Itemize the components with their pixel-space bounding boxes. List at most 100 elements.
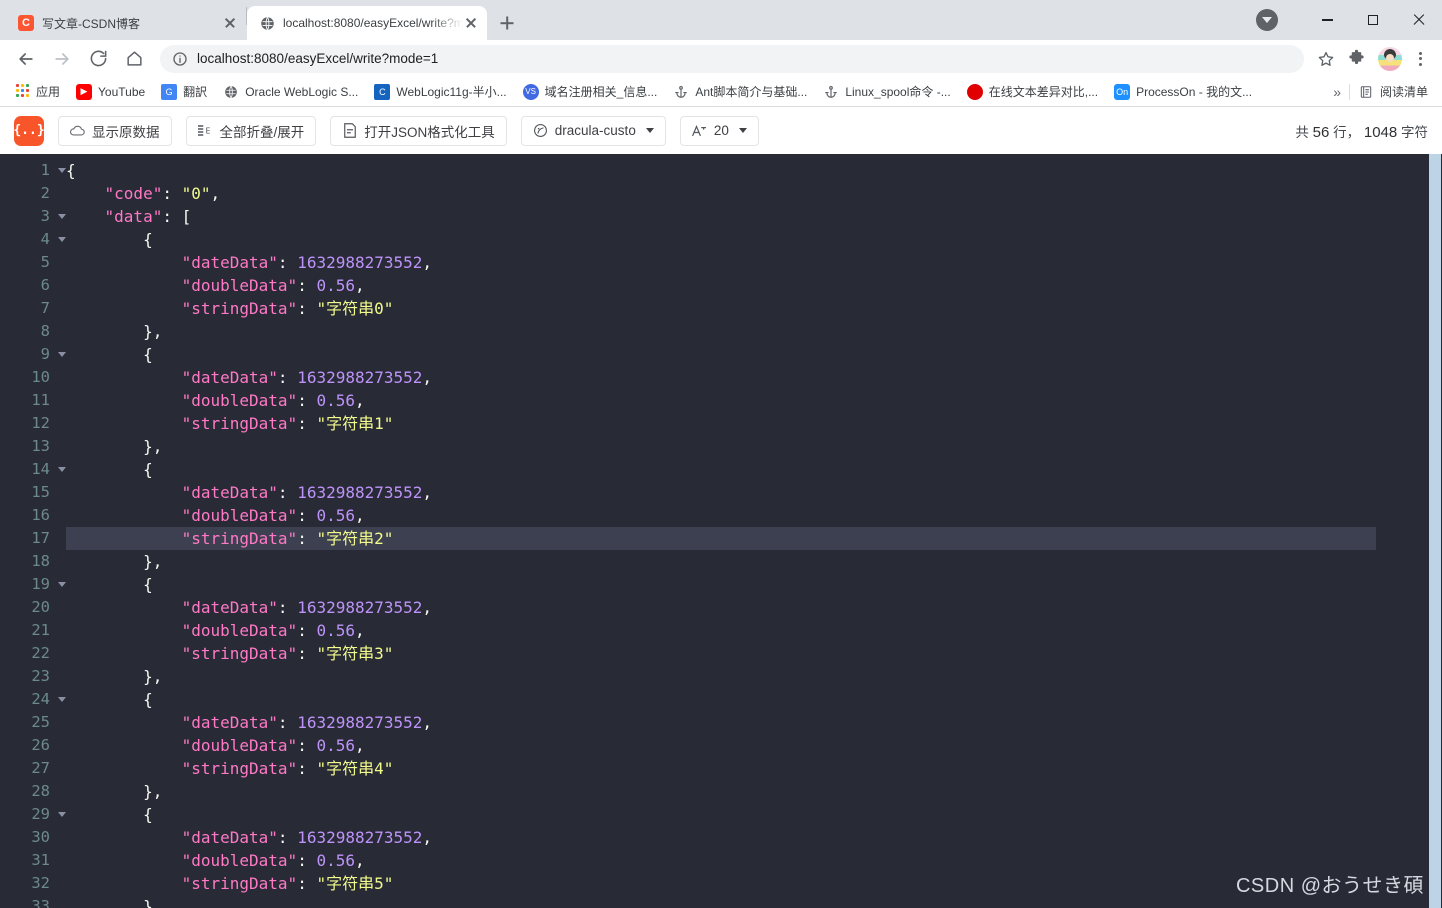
back-arrow-icon[interactable] xyxy=(12,45,40,73)
code-line[interactable]: "stringData": "字符串4" xyxy=(66,757,1442,780)
line-number: 16 xyxy=(31,506,50,525)
fold-toggle-icon[interactable] xyxy=(56,458,67,481)
star-icon[interactable] xyxy=(1312,45,1340,73)
puzzle-icon[interactable] xyxy=(1342,45,1370,73)
avatar[interactable] xyxy=(1378,46,1402,71)
code-line[interactable]: "doubleData": 0.56, xyxy=(66,274,1442,297)
code-line[interactable]: "stringData": "字符串3" xyxy=(66,642,1442,665)
home-icon[interactable] xyxy=(120,45,148,73)
bookmark-weblogic11g[interactable]: C WebLogic11g-半小... xyxy=(366,80,514,104)
code-line[interactable]: "doubleData": 0.56, xyxy=(66,619,1442,642)
scrollbar-thumb[interactable] xyxy=(1429,154,1441,908)
fold-toggle-icon[interactable] xyxy=(56,205,67,228)
code-line[interactable]: "doubleData": 0.56, xyxy=(66,849,1442,872)
code-line[interactable]: { xyxy=(66,458,1442,481)
close-icon[interactable] xyxy=(463,15,479,31)
code-area[interactable]: { "code": "0", "data": [ { "dateData": 1… xyxy=(56,154,1442,908)
kebab-menu-icon[interactable] xyxy=(1406,45,1434,73)
palette-icon xyxy=(533,123,548,138)
json-logo-icon[interactable]: {..} xyxy=(13,115,45,146)
code-line[interactable]: }, xyxy=(66,435,1442,458)
address-bar[interactable]: localhost:8080/easyExcel/write?mode=1 xyxy=(160,44,1304,73)
code-line[interactable]: "doubleData": 0.56, xyxy=(66,504,1442,527)
fold-toggle-icon[interactable] xyxy=(56,573,67,596)
line-number: 17 xyxy=(31,529,50,548)
cloud-icon xyxy=(70,123,85,138)
code-line[interactable]: { xyxy=(66,688,1442,711)
youtube-icon: ▶ xyxy=(76,83,93,100)
maximize-button[interactable] xyxy=(1350,0,1396,40)
bookmark-youtube[interactable]: ▶ YouTube xyxy=(68,80,153,104)
code-line[interactable]: { xyxy=(66,803,1442,826)
code-line[interactable]: }, xyxy=(66,895,1442,908)
code-line[interactable]: "dateData": 1632988273552, xyxy=(66,481,1442,504)
profile-chevron-down-icon[interactable] xyxy=(1256,9,1278,31)
bookmark-oracle-weblogic[interactable]: Oracle WebLogic S... xyxy=(215,80,366,104)
reload-icon[interactable] xyxy=(84,45,112,73)
code-line[interactable]: "dateData": 1632988273552, xyxy=(66,251,1442,274)
code-line[interactable]: }, xyxy=(66,665,1442,688)
code-line[interactable]: "dateData": 1632988273552, xyxy=(66,711,1442,734)
bookmark-linux-spool[interactable]: Linux_spool命令 -... xyxy=(815,80,958,104)
bookmark-translate[interactable]: G 翻訳 xyxy=(153,80,215,104)
code-line[interactable]: "doubleData": 0.56, xyxy=(66,734,1442,757)
fold-toggle-icon[interactable] xyxy=(56,228,67,251)
code-line[interactable]: "dateData": 1632988273552, xyxy=(66,596,1442,619)
code-line[interactable]: { xyxy=(66,159,1442,182)
code-line[interactable]: "stringData": "字符串2" xyxy=(66,527,1376,551)
theme-select[interactable]: dracula-custo xyxy=(520,115,666,146)
fold-toggle-icon[interactable] xyxy=(56,803,67,826)
code-line[interactable]: "code": "0", xyxy=(66,182,1442,205)
fold-toggle-icon[interactable] xyxy=(56,688,67,711)
forward-arrow-icon[interactable] xyxy=(48,45,76,73)
browser-tab-localhost[interactable]: localhost:8080/easyExcel/write?m xyxy=(247,6,487,40)
line-number: 22 xyxy=(31,644,50,663)
code-line[interactable]: "dateData": 1632988273552, xyxy=(66,366,1442,389)
vertical-scrollbar[interactable] xyxy=(1428,154,1442,908)
window-controls xyxy=(1256,0,1442,40)
code-line[interactable]: { xyxy=(66,343,1442,366)
open-json-tool-button[interactable]: 打开JSON格式化工具 xyxy=(330,115,507,146)
fold-toggle-icon[interactable] xyxy=(56,159,67,182)
code-line[interactable]: "stringData": "字符串1" xyxy=(66,412,1442,435)
json-code-editor[interactable]: 1 2 3 4 5 6 7 8 9 10 11 12 13 14 15 16 17 18 19 20 21 22 23 24 2… xyxy=(0,154,1442,908)
code-line[interactable]: "stringData": "字符串0" xyxy=(66,297,1442,320)
show-raw-data-button[interactable]: 显示原数据 xyxy=(58,115,172,146)
bookmark-text-diff[interactable]: 在线文本差异对比,... xyxy=(959,80,1106,104)
collapse-expand-button[interactable]: E 全部折叠/展开 xyxy=(185,115,317,146)
line-count: 56 xyxy=(1312,123,1330,141)
close-window-button[interactable] xyxy=(1396,0,1442,40)
button-label: 显示原数据 xyxy=(92,124,160,140)
code-line[interactable]: }, xyxy=(66,780,1442,803)
site-info-icon[interactable] xyxy=(172,51,188,67)
bookmark-label: 翻訳 xyxy=(183,85,208,100)
code-line[interactable]: }, xyxy=(66,320,1442,343)
bookmark-ant-script[interactable]: Ant脚本简介与基础... xyxy=(665,80,815,104)
bookmark-apps[interactable]: 应用 xyxy=(6,80,68,104)
close-icon[interactable] xyxy=(222,15,238,31)
code-line[interactable]: { xyxy=(66,228,1442,251)
reading-list-icon xyxy=(1358,84,1374,100)
reading-list-label: 阅读清单 xyxy=(1379,85,1428,100)
code-line[interactable]: { xyxy=(66,573,1442,596)
tool-icon xyxy=(342,123,357,139)
code-line[interactable]: "stringData": "字符串5" xyxy=(66,872,1442,895)
reading-list-button[interactable]: 阅读清单 xyxy=(1350,80,1436,104)
bookmark-domain-register[interactable]: VS 域名注册相关_信息... xyxy=(515,80,666,104)
line-number: 6 xyxy=(40,276,50,295)
code-line[interactable]: "doubleData": 0.56, xyxy=(66,389,1442,412)
button-label: 全部折叠/展开 xyxy=(219,124,305,140)
browser-tab-csdn[interactable]: C 写文章-CSDN博客 xyxy=(6,6,246,40)
chevron-down-icon xyxy=(738,128,747,134)
code-line[interactable]: "data": [ xyxy=(66,205,1442,228)
new-tab-button[interactable] xyxy=(493,9,521,37)
code-line[interactable]: "dateData": 1632988273552, xyxy=(66,826,1442,849)
bookmark-processon[interactable]: On ProcessOn - 我的文... xyxy=(1106,80,1260,104)
code-line[interactable]: }, xyxy=(66,550,1442,573)
fold-toggle-icon[interactable] xyxy=(56,343,67,366)
font-size-select[interactable]: 20 xyxy=(679,115,759,146)
bookmarks-overflow-button[interactable]: » xyxy=(1325,84,1349,100)
globe-icon xyxy=(259,15,275,31)
bookmark-label: Linux_spool命令 -... xyxy=(845,85,951,100)
minimize-button[interactable] xyxy=(1304,0,1350,40)
